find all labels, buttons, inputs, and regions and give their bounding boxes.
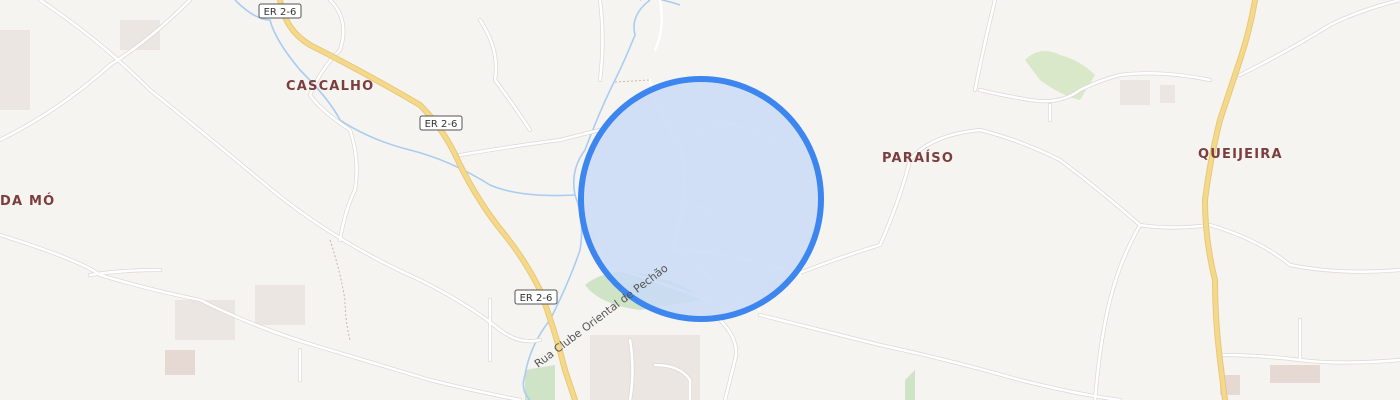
place-label-da-mo: DA MÓ bbox=[0, 193, 55, 209]
road-shield-top: ER 2-6 bbox=[258, 3, 302, 19]
road-shield-low-label: ER 2-6 bbox=[520, 293, 553, 304]
road-shield-low: ER 2-6 bbox=[514, 289, 558, 305]
road-shield-mid: ER 2-6 bbox=[419, 115, 463, 131]
location-radius-circle[interactable] bbox=[578, 76, 824, 322]
place-label-paraiso: PARAÍSO bbox=[882, 150, 954, 166]
map-view[interactable]: CASCALHO DA MÓ PARAÍSO QUEIJEIRA ER 2-6 … bbox=[0, 0, 1400, 400]
road-shield-top-label: ER 2-6 bbox=[264, 7, 297, 18]
place-label-cascalho: CASCALHO bbox=[286, 79, 374, 94]
road-shield-mid-label: ER 2-6 bbox=[425, 119, 458, 130]
place-label-queijeira: QUEIJEIRA bbox=[1198, 147, 1283, 162]
